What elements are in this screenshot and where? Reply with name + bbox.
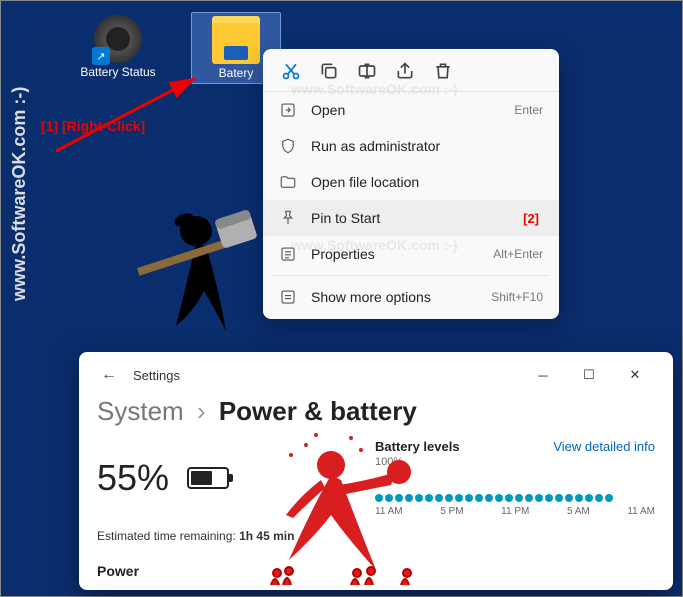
estimated-time: Estimated time remaining: 1h 45 min xyxy=(97,529,655,543)
battery-icon xyxy=(187,467,229,489)
window-titlebar: ← Settings ─ ☐ ✕ xyxy=(97,360,655,390)
desktop-icon-label: Battery Status xyxy=(73,65,163,79)
minimize-button[interactable]: ─ xyxy=(523,361,563,389)
menu-item-run-admin[interactable]: Run as administrator xyxy=(263,128,559,164)
properties-icon xyxy=(279,245,297,263)
folder-open-icon xyxy=(279,173,297,191)
window-title: Settings xyxy=(133,368,180,383)
battery-chart xyxy=(375,494,655,502)
context-menu: Open Enter Run as administrator Open fil… xyxy=(263,49,559,319)
maximize-button[interactable]: ☐ xyxy=(569,361,609,389)
cut-icon[interactable] xyxy=(281,61,301,81)
annotation-arrow xyxy=(46,71,206,161)
chevron-right-icon: › xyxy=(197,396,206,426)
shield-icon xyxy=(279,137,297,155)
share-icon[interactable] xyxy=(395,61,415,81)
menu-label: Run as administrator xyxy=(311,138,543,154)
watermark-vertical: www.SoftwareOK.com :-) xyxy=(9,87,30,301)
desktop-icon-battery-status[interactable]: ↗ Battery Status xyxy=(73,15,163,79)
open-icon xyxy=(279,101,297,119)
menu-separator xyxy=(273,275,549,276)
delete-icon[interactable] xyxy=(433,61,453,81)
menu-item-pin-start[interactable]: Pin to Start [2] xyxy=(263,200,559,236)
annotation-right-click: [1] [Right-Click] xyxy=(41,118,145,134)
breadcrumb-page: Power & battery xyxy=(219,396,417,426)
menu-item-properties[interactable]: Properties Alt+Enter xyxy=(263,236,559,272)
back-button[interactable]: ← xyxy=(97,366,121,384)
menu-item-more-options[interactable]: Show more options Shift+F10 xyxy=(263,279,559,315)
menu-label: Pin to Start xyxy=(311,210,523,226)
menu-label: Open file location xyxy=(311,174,543,190)
copy-icon[interactable] xyxy=(319,61,339,81)
menu-shortcut: Enter xyxy=(514,103,543,117)
breadcrumb-root[interactable]: System xyxy=(97,396,184,426)
pin-icon xyxy=(279,209,297,227)
menu-item-open[interactable]: Open Enter xyxy=(263,92,559,128)
breadcrumb: System › Power & battery xyxy=(97,396,655,427)
menu-item-open-location[interactable]: Open file location xyxy=(263,164,559,200)
settings-window: ← Settings ─ ☐ ✕ System › Power & batter… xyxy=(79,352,673,590)
mascot-hammer-figure xyxy=(126,196,266,346)
folder-content-icon xyxy=(224,46,248,60)
context-menu-topbar xyxy=(263,55,559,92)
annotation-step2: [2] xyxy=(523,211,539,226)
rename-icon[interactable] xyxy=(357,61,377,81)
shortcut-arrow-icon: ↗ xyxy=(92,47,110,65)
menu-label: Show more options xyxy=(311,289,491,305)
menu-label: Properties xyxy=(311,246,493,262)
close-button[interactable]: ✕ xyxy=(615,361,655,389)
menu-label: Open xyxy=(311,102,514,118)
more-icon xyxy=(279,288,297,306)
gear-icon: ↗ xyxy=(94,15,142,63)
chart-time-axis: 11 AM 5 PM 11 PM 5 AM 11 AM xyxy=(375,506,655,517)
battery-levels-title: Battery levels xyxy=(375,439,460,454)
view-detailed-info-link[interactable]: View detailed info xyxy=(553,439,655,454)
power-section-header: Power xyxy=(97,563,655,579)
battery-percentage: 55% xyxy=(97,457,169,499)
folder-icon xyxy=(212,16,260,64)
levels-scale: 100% xyxy=(375,456,655,468)
menu-shortcut: Alt+Enter xyxy=(493,247,543,261)
menu-shortcut: Shift+F10 xyxy=(491,290,543,304)
